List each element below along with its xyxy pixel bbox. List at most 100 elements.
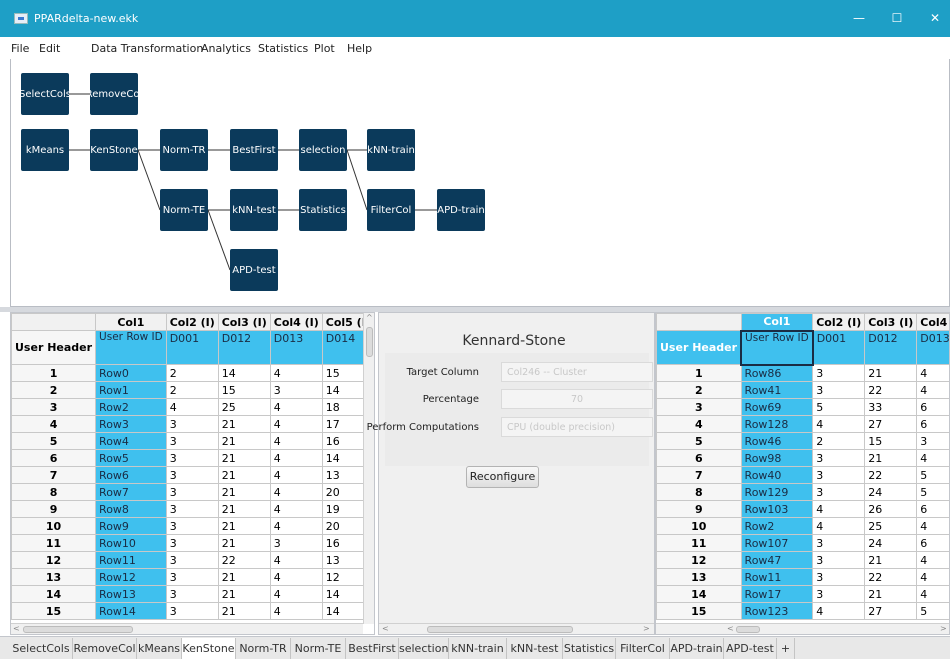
- maximize-icon[interactable]: ☐: [882, 9, 912, 27]
- node-bestfirst[interactable]: BestFirst: [230, 129, 278, 171]
- data-cell[interactable]: 4: [812, 517, 866, 535]
- scroll-thumb[interactable]: [736, 626, 760, 633]
- data-cell[interactable]: 3: [812, 568, 866, 586]
- column-header[interactable]: Col3 (I): [217, 313, 271, 331]
- data-cell[interactable]: 4: [269, 364, 323, 382]
- row-id-cell[interactable]: Row41: [740, 381, 814, 399]
- data-cell[interactable]: 4: [269, 483, 323, 501]
- data-cell[interactable]: 14: [217, 364, 271, 382]
- scroll-left-icon[interactable]: <: [382, 624, 389, 633]
- close-icon[interactable]: ✕: [920, 9, 950, 27]
- row-id-cell[interactable]: Row3: [95, 415, 167, 433]
- menu-plot[interactable]: Plot: [314, 42, 335, 55]
- menu-file[interactable]: File: [11, 42, 29, 55]
- data-cell[interactable]: 5: [916, 602, 949, 620]
- data-cell[interactable]: 4: [916, 364, 949, 382]
- table-row[interactable]: 3 Row69 5 33 6: [656, 398, 949, 416]
- data-cell[interactable]: 6: [916, 500, 949, 518]
- scroll-thumb[interactable]: [366, 327, 373, 357]
- table-row[interactable]: 2 Row1 2 15 3 14: [11, 381, 374, 399]
- column-header[interactable]: Col1: [740, 313, 814, 331]
- node-knn-test[interactable]: kNN-test: [230, 189, 278, 231]
- reconfigure-button[interactable]: Reconfigure: [466, 466, 539, 488]
- data-cell[interactable]: 6: [916, 415, 949, 433]
- data-cell[interactable]: 6: [916, 398, 949, 416]
- data-cell[interactable]: 22: [217, 551, 271, 569]
- tab-selection[interactable]: selection: [399, 638, 449, 659]
- data-cell[interactable]: 21: [217, 483, 271, 501]
- table-row[interactable]: 7 Row6 3 21 4 13: [11, 466, 374, 484]
- data-cell[interactable]: 21: [217, 500, 271, 518]
- table-row[interactable]: 13 Row11 3 22 4: [656, 568, 949, 586]
- table-row[interactable]: 8 Row7 3 21 4 20: [11, 483, 374, 501]
- table-row[interactable]: 8 Row129 3 24 5: [656, 483, 949, 501]
- header-value[interactable]: D001: [165, 330, 219, 365]
- data-cell[interactable]: 4: [269, 602, 323, 620]
- workflow-canvas[interactable]: SelectCols RemoveCol kMeans KenStone Nor…: [10, 59, 950, 307]
- header-value[interactable]: D012: [217, 330, 271, 365]
- data-cell[interactable]: 4: [269, 432, 323, 450]
- table-row[interactable]: 6 Row98 3 21 4: [656, 449, 949, 467]
- table-row[interactable]: 9 Row8 3 21 4 19: [11, 500, 374, 518]
- data-cell[interactable]: 3: [165, 415, 219, 433]
- data-cell[interactable]: 3: [165, 500, 219, 518]
- data-cell[interactable]: 5: [916, 466, 949, 484]
- data-cell[interactable]: 3: [165, 466, 219, 484]
- node-kenstone[interactable]: KenStone: [90, 129, 138, 171]
- tab-norm-te[interactable]: Norm-TE: [291, 638, 346, 659]
- data-cell[interactable]: 25: [864, 517, 918, 535]
- tab-kmeans[interactable]: kMeans: [137, 638, 182, 659]
- tab-knn-train[interactable]: kNN-train: [449, 638, 507, 659]
- data-cell[interactable]: 4: [916, 517, 949, 535]
- tab-kenstone[interactable]: KenStone: [182, 638, 236, 659]
- percentage-input[interactable]: 70: [501, 389, 653, 409]
- table-row[interactable]: 7 Row40 3 22 5: [656, 466, 949, 484]
- node-norm-tr[interactable]: Norm-TR: [160, 129, 208, 171]
- data-cell[interactable]: 3: [812, 534, 866, 552]
- data-cell[interactable]: 4: [812, 602, 866, 620]
- tab-bestfirst[interactable]: BestFirst: [346, 638, 399, 659]
- horizontal-scrollbar[interactable]: <: [11, 623, 363, 634]
- scroll-thumb[interactable]: [23, 626, 133, 633]
- table-row[interactable]: 12 Row47 3 21 4: [656, 551, 949, 569]
- data-cell[interactable]: 3: [269, 534, 323, 552]
- horizontal-scrollbar[interactable]: < >: [379, 623, 654, 634]
- scroll-up-icon[interactable]: ^: [366, 313, 373, 322]
- tab-norm-tr[interactable]: Norm-TR: [236, 638, 291, 659]
- table-row[interactable]: 10 Row9 3 21 4 20: [11, 517, 374, 535]
- row-id-cell[interactable]: Row128: [740, 415, 814, 433]
- row-id-cell[interactable]: Row47: [740, 551, 814, 569]
- data-cell[interactable]: 21: [864, 449, 918, 467]
- data-cell[interactable]: 4: [165, 398, 219, 416]
- data-cell[interactable]: 4: [269, 551, 323, 569]
- data-cell[interactable]: 21: [217, 585, 271, 603]
- data-cell[interactable]: 3: [165, 432, 219, 450]
- data-cell[interactable]: 22: [864, 466, 918, 484]
- data-cell[interactable]: 4: [916, 585, 949, 603]
- horizontal-scrollbar[interactable]: < >: [656, 623, 949, 634]
- data-cell[interactable]: 3: [812, 585, 866, 603]
- data-cell[interactable]: 4: [269, 466, 323, 484]
- menu-help[interactable]: Help: [347, 42, 372, 55]
- table-row[interactable]: 4 Row3 3 21 4 17: [11, 415, 374, 433]
- data-cell[interactable]: 3: [165, 602, 219, 620]
- row-id-cell[interactable]: Row46: [740, 432, 814, 450]
- menu-statistics[interactable]: Statistics: [258, 42, 308, 55]
- data-cell[interactable]: 3: [812, 449, 866, 467]
- data-cell[interactable]: 4: [812, 500, 866, 518]
- node-selection[interactable]: selection: [299, 129, 347, 171]
- data-cell[interactable]: 3: [812, 483, 866, 501]
- data-cell[interactable]: 3: [165, 551, 219, 569]
- data-cell[interactable]: 4: [269, 398, 323, 416]
- data-cell[interactable]: 25: [217, 398, 271, 416]
- table-row[interactable]: 4 Row128 4 27 6: [656, 415, 949, 433]
- row-id-cell[interactable]: Row5: [95, 449, 167, 467]
- data-cell[interactable]: 3: [165, 568, 219, 586]
- table-row[interactable]: 5 Row4 3 21 4 16: [11, 432, 374, 450]
- data-cell[interactable]: 4: [916, 449, 949, 467]
- data-cell[interactable]: 15: [864, 432, 918, 450]
- node-removecol[interactable]: RemoveCol: [90, 73, 138, 115]
- row-id-cell[interactable]: Row103: [740, 500, 814, 518]
- scroll-left-icon[interactable]: <: [727, 624, 734, 633]
- column-header[interactable]: Col3 (I): [864, 313, 918, 331]
